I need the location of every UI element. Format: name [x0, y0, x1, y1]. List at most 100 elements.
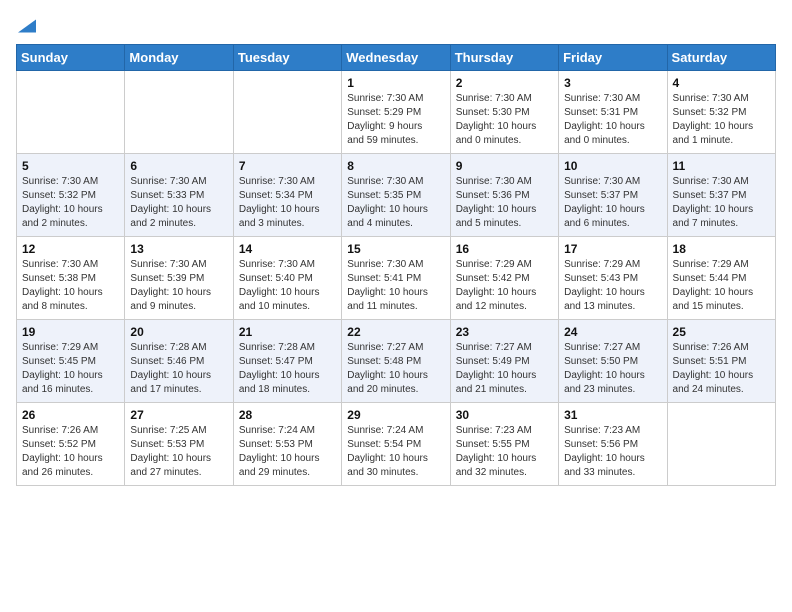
day-number: 27: [130, 408, 227, 422]
weekday-header-sunday: Sunday: [17, 44, 125, 70]
day-number: 21: [239, 325, 336, 339]
logo-icon: [18, 19, 36, 33]
day-number: 26: [22, 408, 119, 422]
day-cell: 29 Sunrise: 7:24 AM Sunset: 5:54 PM Dayli…: [342, 402, 450, 485]
day-info: Sunrise: 7:24 AM Sunset: 5:54 PM Dayligh…: [347, 424, 444, 480]
day-info: Sunrise: 7:30 AM Sunset: 5:39 PM Dayligh…: [130, 258, 227, 314]
weekday-header-thursday: Thursday: [450, 44, 558, 70]
day-cell: 30 Sunrise: 7:23 AM Sunset: 5:55 PM Dayli…: [450, 402, 558, 485]
day-cell: 9 Sunrise: 7:30 AM Sunset: 5:36 PM Daylig…: [450, 153, 558, 236]
weekday-header-wednesday: Wednesday: [342, 44, 450, 70]
day-cell: 3 Sunrise: 7:30 AM Sunset: 5:31 PM Daylig…: [559, 70, 667, 153]
day-number: 13: [130, 242, 227, 256]
day-number: 3: [564, 76, 661, 90]
day-info: Sunrise: 7:29 AM Sunset: 5:43 PM Dayligh…: [564, 258, 661, 314]
logo: [16, 16, 36, 34]
day-cell: 10Sunrise: 7:30 AM Sunset: 5:37 PM Dayli…: [559, 153, 667, 236]
day-cell: 11 Sunrise: 7:30 AM Sunset: 5:37 PM Dayli…: [667, 153, 775, 236]
day-info: Sunrise: 7:23 AM Sunset: 5:56 PM Dayligh…: [564, 424, 661, 480]
day-number: 16: [456, 242, 553, 256]
day-info: Sunrise: 7:27 AM Sunset: 5:50 PM Dayligh…: [564, 341, 661, 397]
page-header: [16, 16, 776, 34]
day-cell: [125, 70, 233, 153]
day-info: Sunrise: 7:29 AM Sunset: 5:44 PM Dayligh…: [673, 258, 770, 314]
day-cell: [667, 402, 775, 485]
day-cell: [17, 70, 125, 153]
day-number: 7: [239, 159, 336, 173]
day-cell: 25Sunrise: 7:26 AM Sunset: 5:51 PM Dayli…: [667, 319, 775, 402]
day-info: Sunrise: 7:27 AM Sunset: 5:49 PM Dayligh…: [456, 341, 553, 397]
day-cell: 23Sunrise: 7:27 AM Sunset: 5:49 PM Dayli…: [450, 319, 558, 402]
calendar-table: SundayMondayTuesdayWednesdayThursdayFrid…: [16, 44, 776, 486]
day-number: 6: [130, 159, 227, 173]
day-number: 15: [347, 242, 444, 256]
day-number: 29: [347, 408, 444, 422]
day-cell: 26 Sunrise: 7:26 AM Sunset: 5:52 PM Dayli…: [17, 402, 125, 485]
day-number: 30: [456, 408, 553, 422]
weekday-header-row: SundayMondayTuesdayWednesdayThursdayFrid…: [17, 44, 776, 70]
day-cell: 14 Sunrise: 7:30 AM Sunset: 5:40 PM Dayli…: [233, 236, 341, 319]
week-row-3: 12 Sunrise: 7:30 AM Sunset: 5:38 PM Dayli…: [17, 236, 776, 319]
day-number: 1: [347, 76, 444, 90]
day-cell: 28 Sunrise: 7:24 AM Sunset: 5:53 PM Dayli…: [233, 402, 341, 485]
day-info: Sunrise: 7:30 AM Sunset: 5:31 PM Dayligh…: [564, 92, 661, 148]
day-number: 12: [22, 242, 119, 256]
day-cell: 24 Sunrise: 7:27 AM Sunset: 5:50 PM Dayli…: [559, 319, 667, 402]
day-info: Sunrise: 7:29 AM Sunset: 5:42 PM Dayligh…: [456, 258, 553, 314]
day-info: Sunrise: 7:29 AM Sunset: 5:45 PM Dayligh…: [22, 341, 119, 397]
day-cell: 16 Sunrise: 7:29 AM Sunset: 5:42 PM Dayli…: [450, 236, 558, 319]
day-info: Sunrise: 7:30 AM Sunset: 5:37 PM Dayligh…: [673, 175, 770, 231]
day-number: 20: [130, 325, 227, 339]
day-info: Sunrise: 7:30 AM Sunset: 5:33 PM Dayligh…: [130, 175, 227, 231]
day-info: Sunrise: 7:30 AM Sunset: 5:32 PM Dayligh…: [673, 92, 770, 148]
day-info: Sunrise: 7:30 AM Sunset: 5:35 PM Dayligh…: [347, 175, 444, 231]
day-number: 24: [564, 325, 661, 339]
week-row-2: 5Sunrise: 7:30 AM Sunset: 5:32 PM Daylig…: [17, 153, 776, 236]
day-cell: 7 Sunrise: 7:30 AM Sunset: 5:34 PM Daylig…: [233, 153, 341, 236]
day-info: Sunrise: 7:25 AM Sunset: 5:53 PM Dayligh…: [130, 424, 227, 480]
day-cell: 27 Sunrise: 7:25 AM Sunset: 5:53 PM Dayli…: [125, 402, 233, 485]
day-number: 18: [673, 242, 770, 256]
day-cell: 18 Sunrise: 7:29 AM Sunset: 5:44 PM Dayli…: [667, 236, 775, 319]
day-cell: 2 Sunrise: 7:30 AM Sunset: 5:30 PM Daylig…: [450, 70, 558, 153]
day-cell: 6 Sunrise: 7:30 AM Sunset: 5:33 PM Daylig…: [125, 153, 233, 236]
day-cell: 5Sunrise: 7:30 AM Sunset: 5:32 PM Daylig…: [17, 153, 125, 236]
day-info: Sunrise: 7:30 AM Sunset: 5:34 PM Dayligh…: [239, 175, 336, 231]
day-info: Sunrise: 7:30 AM Sunset: 5:38 PM Dayligh…: [22, 258, 119, 314]
day-number: 28: [239, 408, 336, 422]
weekday-header-tuesday: Tuesday: [233, 44, 341, 70]
day-number: 2: [456, 76, 553, 90]
day-cell: 31 Sunrise: 7:23 AM Sunset: 5:56 PM Dayli…: [559, 402, 667, 485]
day-cell: 20Sunrise: 7:28 AM Sunset: 5:46 PM Dayli…: [125, 319, 233, 402]
day-info: Sunrise: 7:24 AM Sunset: 5:53 PM Dayligh…: [239, 424, 336, 480]
day-cell: 13 Sunrise: 7:30 AM Sunset: 5:39 PM Dayli…: [125, 236, 233, 319]
day-cell: 19 Sunrise: 7:29 AM Sunset: 5:45 PM Dayli…: [17, 319, 125, 402]
day-cell: 22Sunrise: 7:27 AM Sunset: 5:48 PM Dayli…: [342, 319, 450, 402]
day-info: Sunrise: 7:30 AM Sunset: 5:40 PM Dayligh…: [239, 258, 336, 314]
day-cell: 17 Sunrise: 7:29 AM Sunset: 5:43 PM Dayli…: [559, 236, 667, 319]
day-cell: [233, 70, 341, 153]
day-info: Sunrise: 7:30 AM Sunset: 5:36 PM Dayligh…: [456, 175, 553, 231]
day-cell: 1 Sunrise: 7:30 AM Sunset: 5:29 PM Daylig…: [342, 70, 450, 153]
day-info: Sunrise: 7:23 AM Sunset: 5:55 PM Dayligh…: [456, 424, 553, 480]
day-number: 10: [564, 159, 661, 173]
week-row-1: 1 Sunrise: 7:30 AM Sunset: 5:29 PM Daylig…: [17, 70, 776, 153]
day-cell: 8Sunrise: 7:30 AM Sunset: 5:35 PM Daylig…: [342, 153, 450, 236]
week-row-4: 19 Sunrise: 7:29 AM Sunset: 5:45 PM Dayli…: [17, 319, 776, 402]
day-number: 14: [239, 242, 336, 256]
day-info: Sunrise: 7:26 AM Sunset: 5:52 PM Dayligh…: [22, 424, 119, 480]
day-info: Sunrise: 7:30 AM Sunset: 5:29 PM Dayligh…: [347, 92, 444, 148]
weekday-header-saturday: Saturday: [667, 44, 775, 70]
day-number: 17: [564, 242, 661, 256]
day-info: Sunrise: 7:30 AM Sunset: 5:32 PM Dayligh…: [22, 175, 119, 231]
weekday-header-monday: Monday: [125, 44, 233, 70]
week-row-5: 26 Sunrise: 7:26 AM Sunset: 5:52 PM Dayli…: [17, 402, 776, 485]
day-number: 9: [456, 159, 553, 173]
day-number: 31: [564, 408, 661, 422]
day-number: 19: [22, 325, 119, 339]
day-number: 25: [673, 325, 770, 339]
day-number: 22: [347, 325, 444, 339]
day-info: Sunrise: 7:30 AM Sunset: 5:30 PM Dayligh…: [456, 92, 553, 148]
day-number: 11: [673, 159, 770, 173]
day-info: Sunrise: 7:28 AM Sunset: 5:47 PM Dayligh…: [239, 341, 336, 397]
